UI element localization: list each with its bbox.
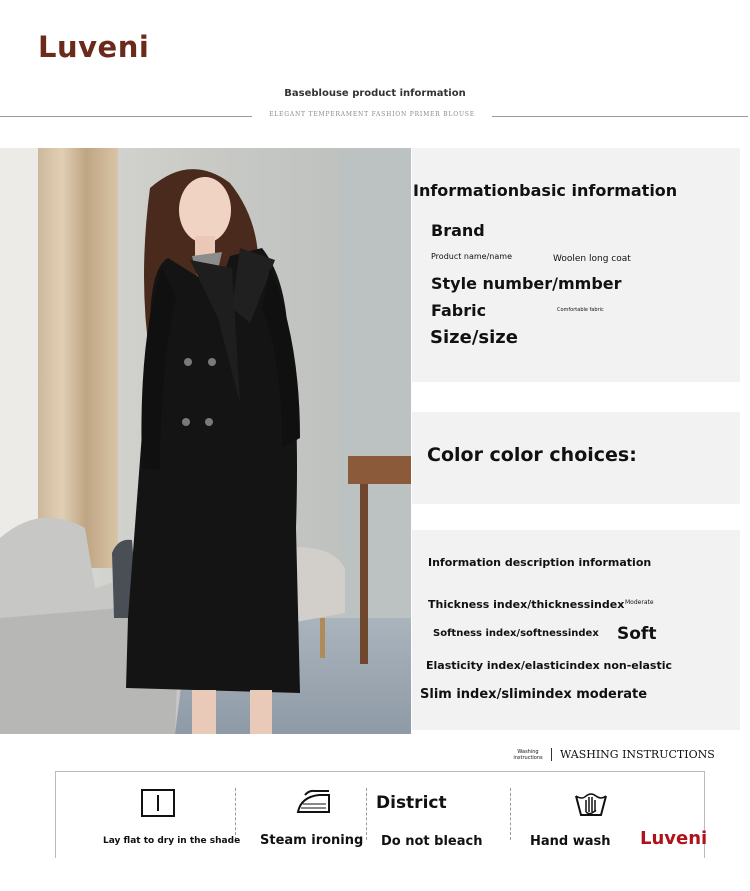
hand-wash-icon: [575, 793, 607, 816]
steam-ironing-label: Steam ironing: [260, 833, 364, 848]
care-divider: [510, 788, 511, 840]
care-divider: [235, 788, 236, 840]
brand-logo: Luveni: [38, 30, 150, 64]
description-heading: Information description information: [428, 556, 652, 569]
page-subtitle: ELEGANT TEMPERAMENT FASHION PRIMER BLOUS…: [269, 111, 475, 118]
softness-value: Soft: [617, 624, 657, 644]
fabric-label: Fabric: [431, 301, 487, 320]
care-divider: [366, 788, 367, 840]
elasticity-text: Elasticity index/elasticindex non-elasti…: [426, 659, 673, 672]
slim-text: Slim index/slimindex moderate: [420, 687, 648, 702]
fabric-value: Comfortable fabric: [557, 307, 604, 313]
divider-left: [0, 116, 252, 117]
model-in-black-coat-image: [0, 148, 411, 734]
product-photo: [0, 148, 411, 734]
product-name-label: Product name/name: [431, 252, 512, 261]
iron-icon: [296, 789, 330, 813]
lay-flat-icon: [141, 789, 175, 817]
hand-wash-label: Hand wash: [530, 834, 611, 849]
district-heading: District: [376, 793, 447, 813]
lay-flat-label: Lay flat to dry in the shade: [103, 836, 241, 846]
description-panel: Information description information Thic…: [412, 530, 740, 730]
basic-info-heading: Informationbasic information: [413, 181, 678, 200]
no-bleach-label: Do not bleach: [381, 834, 483, 849]
brand-label: Brand: [431, 221, 485, 240]
color-choices-heading: Color color choices:: [427, 444, 637, 466]
footer-brand-logo: Luveni: [640, 828, 708, 849]
washing-separator: [551, 748, 552, 761]
washing-title: WASHING INSTRUCTIONS: [560, 748, 715, 761]
thickness-value: Moderate: [625, 599, 654, 606]
style-number-label: Style number/mmber: [431, 274, 622, 293]
divider-right: [492, 116, 748, 117]
color-choices-panel: Color color choices:: [412, 412, 740, 504]
product-name-value: Woolen long coat: [553, 254, 631, 264]
washing-small-label: Washing instructions: [513, 749, 543, 761]
size-label: Size/size: [430, 327, 518, 348]
page-title: Baseblouse product information: [284, 88, 466, 99]
thickness-label: Thickness index/thicknessindex: [428, 598, 625, 611]
basic-info-panel: Informationbasic information Brand Produ…: [412, 148, 740, 382]
softness-label: Softness index/softnessindex: [433, 628, 599, 639]
